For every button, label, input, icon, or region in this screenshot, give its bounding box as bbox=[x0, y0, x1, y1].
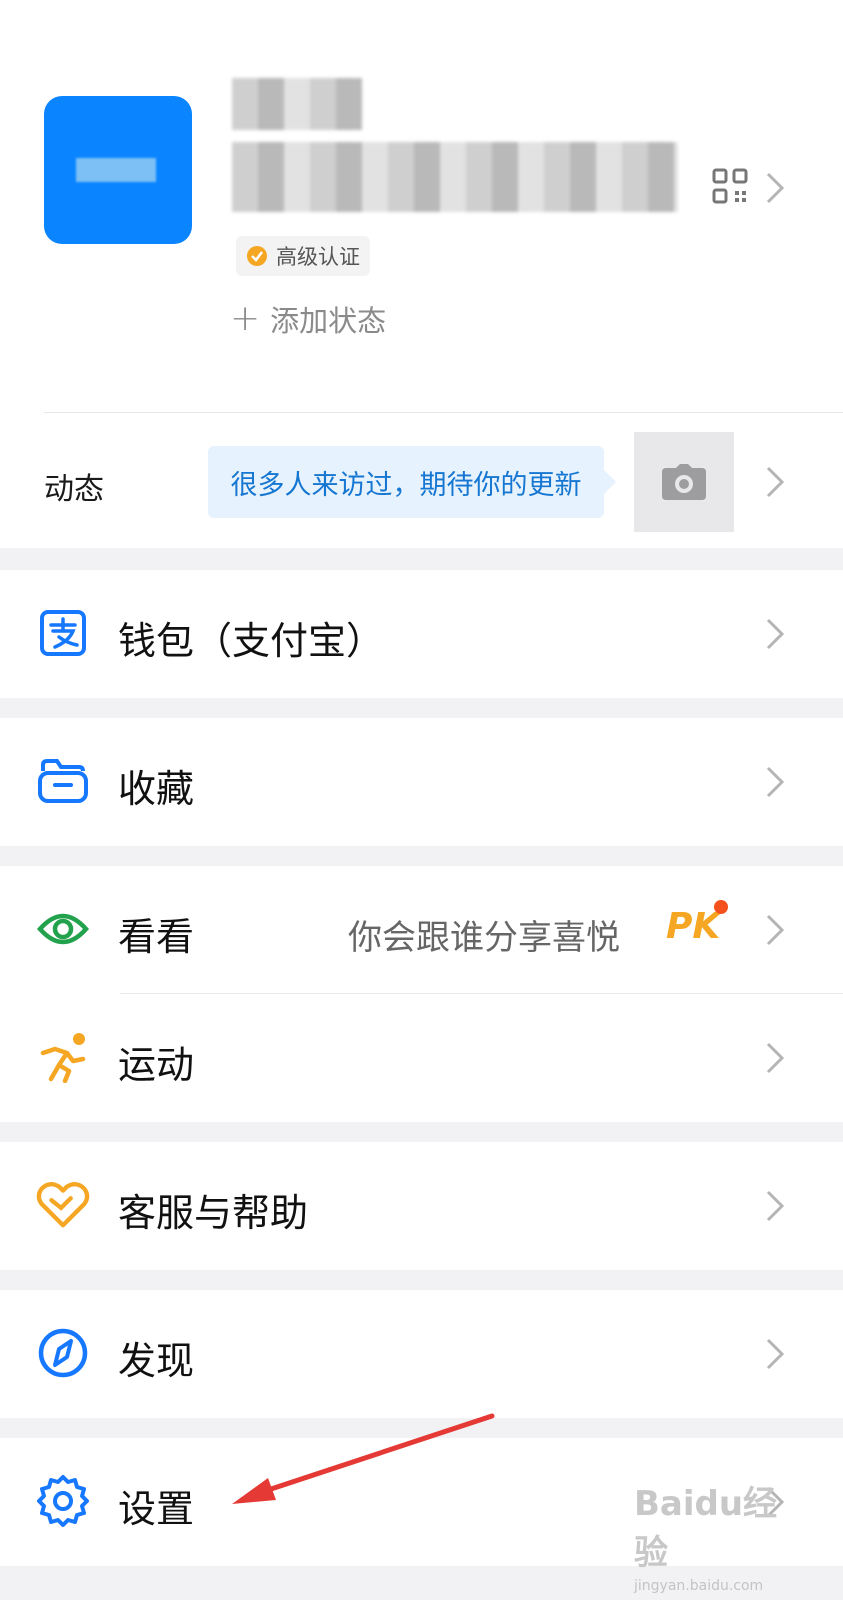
watermark-url: jingyan.baidu.com bbox=[634, 1578, 764, 1594]
watermark-brand: Baidu经验 bbox=[634, 1484, 778, 1573]
annotation-arrow bbox=[232, 1413, 495, 1504]
watermark: Baidu经验 jingyan.baidu.com bbox=[634, 1476, 804, 1594]
